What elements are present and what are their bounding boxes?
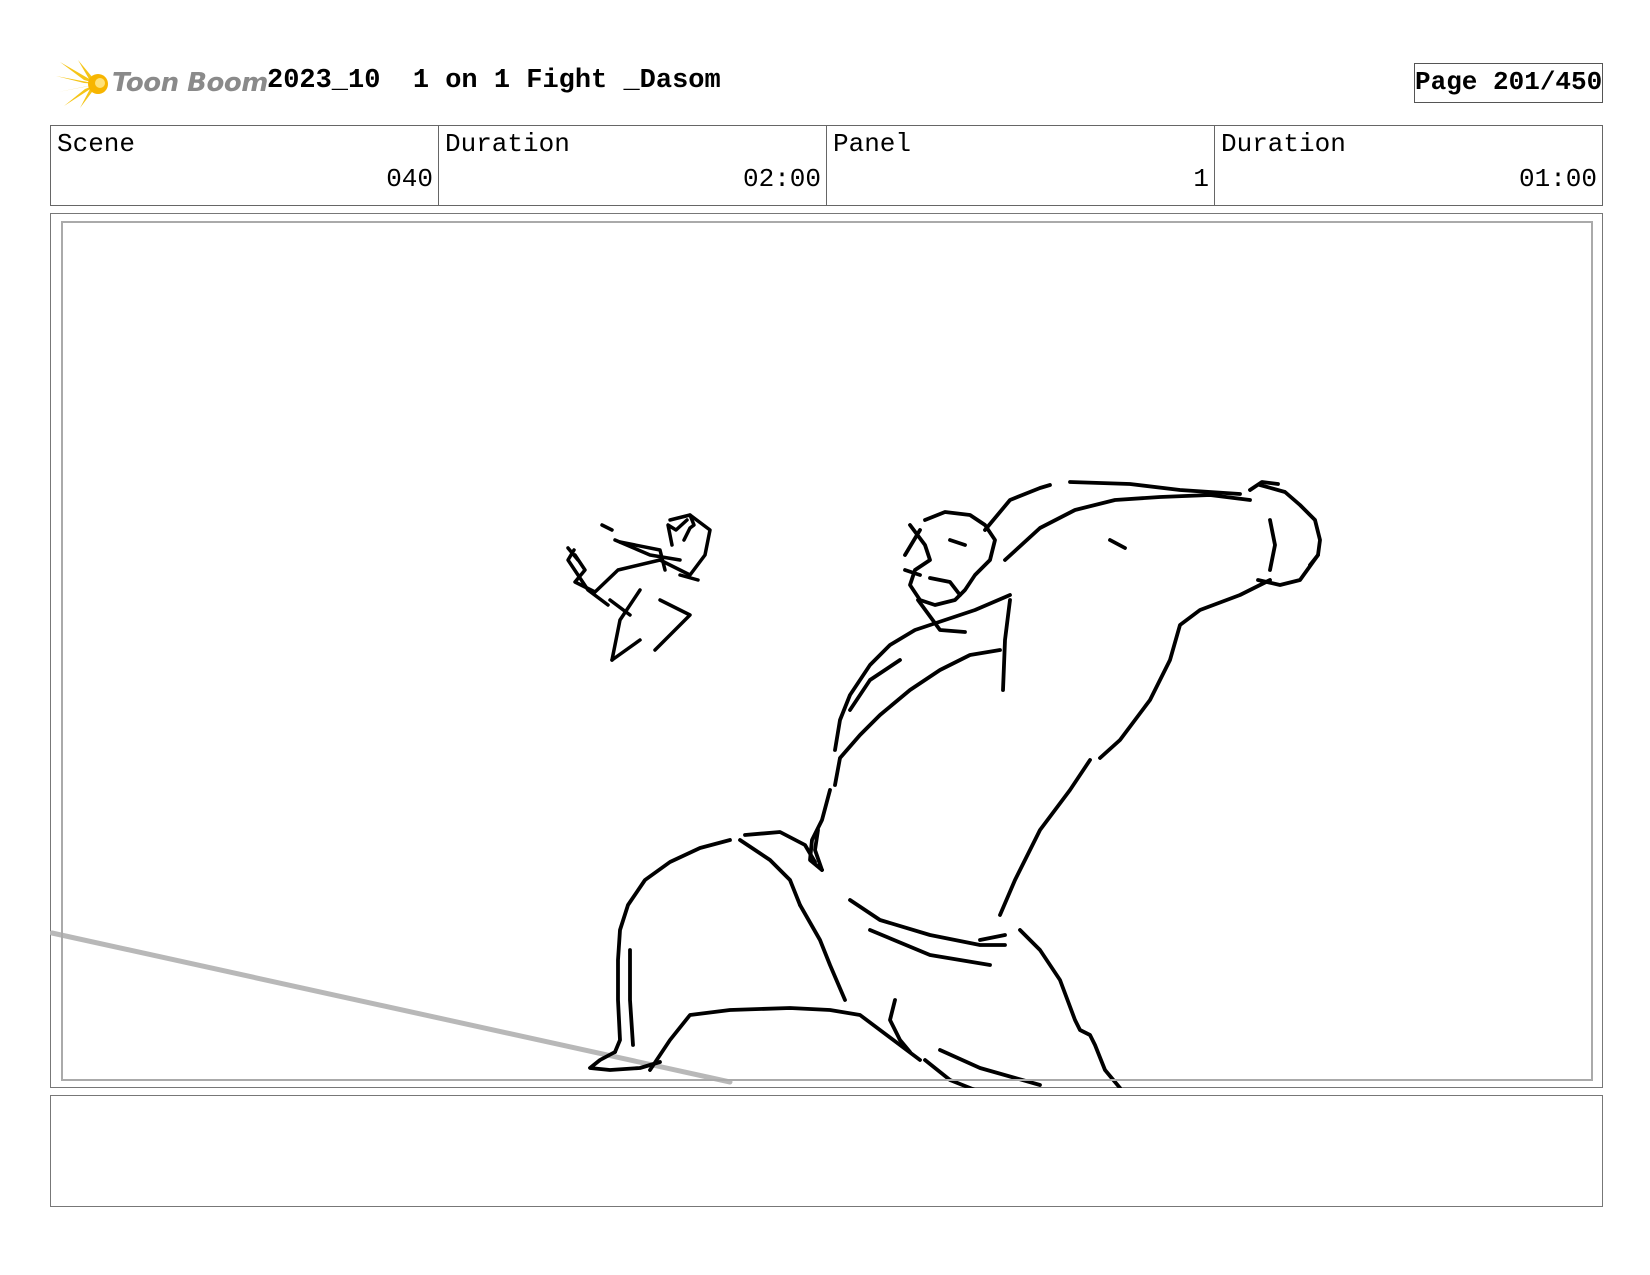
panel-cell: Panel 1 — [827, 126, 1215, 205]
toon-boom-logo: Toon Boom — [54, 58, 268, 110]
panel-duration-cell: Duration 01:00 — [1215, 126, 1602, 205]
scene-value: 040 — [386, 164, 433, 194]
scene-duration-value: 02:00 — [742, 164, 821, 194]
starburst-icon — [56, 60, 108, 108]
panel-duration-label: Duration — [1221, 129, 1346, 159]
scene-label: Scene — [57, 129, 136, 159]
panel-notes-box — [50, 1095, 1603, 1207]
scene-info-table: Scene 040 Duration 02:00 Panel 1 Duratio… — [50, 125, 1603, 206]
scene-duration-cell: Duration 02:00 — [439, 126, 827, 205]
storyboard-header: Toon Boom 2023_10 1 on 1 Fight _Dasom Pa… — [50, 58, 1605, 108]
panel-safe-area — [61, 221, 1593, 1081]
panel-label: Panel — [833, 129, 912, 159]
document-title: 2023_10 1 on 1 Fight _Dasom — [267, 66, 721, 96]
page-indicator: Page 201/450 — [1414, 63, 1603, 103]
panel-duration-value: 01:00 — [1518, 164, 1597, 194]
scene-duration-label: Duration — [445, 129, 570, 159]
logo-wordmark: Toon Boom — [112, 68, 268, 98]
panel-value: 1 — [1193, 164, 1209, 194]
scene-cell: Scene 040 — [51, 126, 439, 205]
